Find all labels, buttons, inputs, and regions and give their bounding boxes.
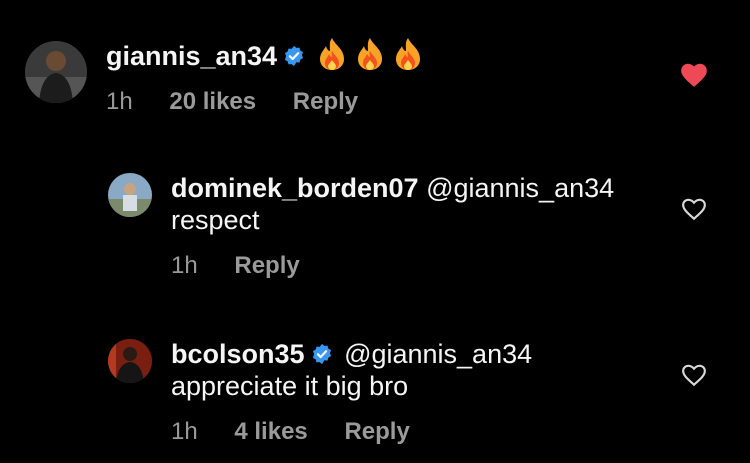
- comment-text: appreciate it big bro: [171, 371, 409, 401]
- likes-count[interactable]: 20 likes: [169, 88, 256, 115]
- avatar[interactable]: [108, 339, 152, 383]
- comment-meta: 1h Reply: [171, 252, 330, 280]
- comment-time: 1h: [106, 88, 133, 115]
- username[interactable]: bcolson35: [171, 339, 305, 369]
- comment-header: dominek_borden07 @giannis_an34: [171, 172, 614, 204]
- likes-count[interactable]: 4 likes: [234, 418, 307, 445]
- like-heart-icon[interactable]: [681, 363, 707, 392]
- comment-text: respect: [171, 205, 260, 235]
- mention-link[interactable]: @giannis_an34: [344, 339, 532, 369]
- mention-link[interactable]: @giannis_an34: [426, 173, 614, 203]
- comment-time: 1h: [171, 418, 198, 445]
- reply-button[interactable]: Reply: [293, 88, 358, 115]
- comment-header: bcolson35 @giannis_an34: [171, 338, 532, 372]
- username[interactable]: giannis_an34: [106, 41, 277, 71]
- comment-meta: 1h 4 likes Reply: [171, 418, 440, 446]
- fire-icon: [355, 37, 385, 78]
- fire-icon: [393, 37, 423, 78]
- comment-time: 1h: [171, 252, 198, 279]
- like-heart-icon[interactable]: [681, 197, 707, 226]
- reply-dominek: dominek_borden07 @giannis_an34 respect 1…: [0, 160, 750, 300]
- reply-button[interactable]: Reply: [234, 252, 299, 279]
- verified-badge-icon: [283, 42, 305, 74]
- reply-bcolson: bcolson35 @giannis_an34 appreciate it bi…: [0, 326, 750, 463]
- avatar[interactable]: [108, 173, 152, 217]
- avatar[interactable]: [25, 41, 87, 103]
- comment-header: giannis_an34: [106, 37, 423, 78]
- comment-giannis: giannis_an34 1h 20 likes Reply: [0, 0, 750, 140]
- verified-badge-icon: [311, 340, 333, 372]
- like-heart-icon[interactable]: [680, 62, 708, 93]
- comment-meta: 1h 20 likes Reply: [106, 88, 388, 116]
- username[interactable]: dominek_borden07: [171, 173, 419, 203]
- fire-icon: [317, 37, 347, 78]
- reply-button[interactable]: Reply: [344, 418, 409, 445]
